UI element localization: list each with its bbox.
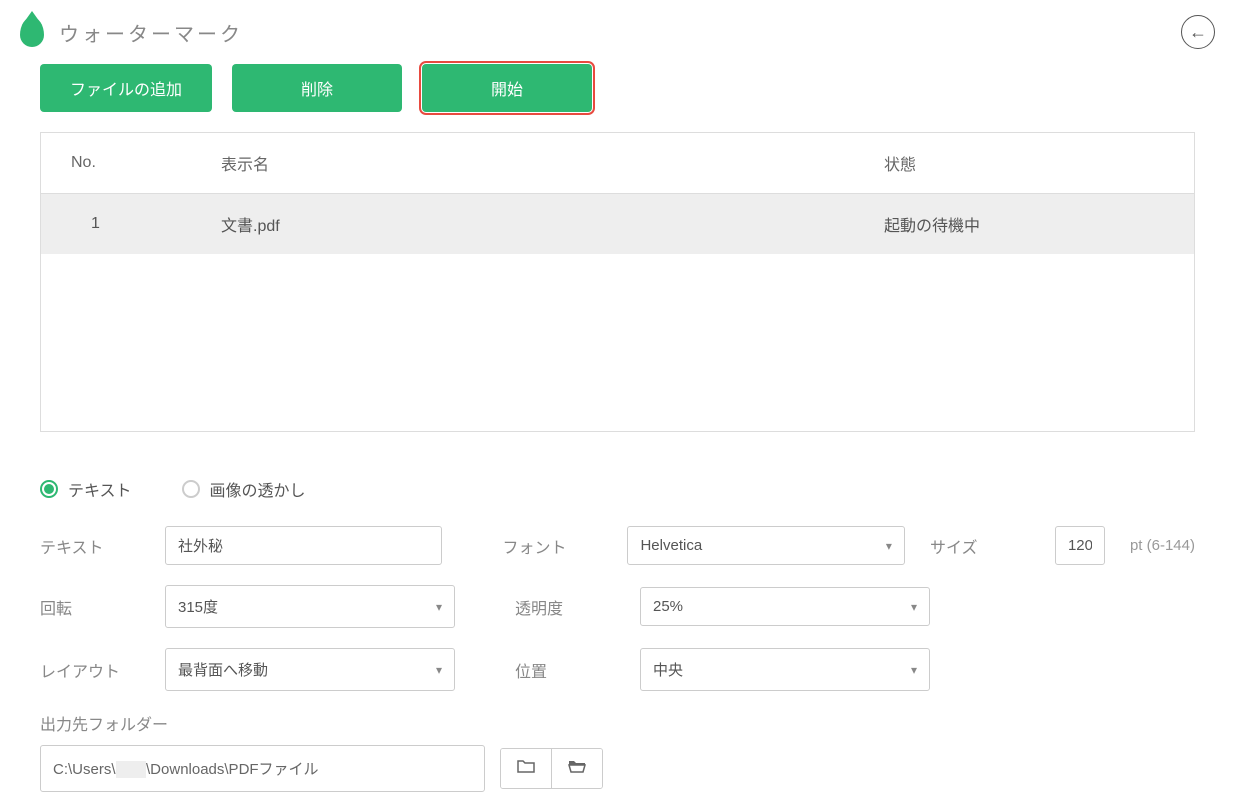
rotation-select[interactable]: 315度 ▾ [165,585,455,628]
output-path-prefix: C:\Users\ [53,761,116,778]
page-title: ウォーターマーク [59,18,243,47]
radio-image-label: 画像の透かし [210,477,306,501]
radio-image-indicator [182,480,200,498]
form-row-2: 回転 315度 ▾ 透明度 25% ▾ [40,585,1195,628]
output-path-suffix: \Downloads\PDFファイル [146,761,319,778]
layout-select[interactable]: 最背面へ移動 ▾ [165,648,455,691]
text-label: テキスト [40,534,140,558]
output-section: 出力先フォルダー C:\Users\xxx\Downloads\PDFファイル [40,711,1195,792]
add-file-button[interactable]: ファイルの追加 [40,64,212,112]
watermark-type-radios: テキスト 画像の透かし [40,477,1195,501]
font-value: Helvetica [640,537,702,554]
table-header-name: 表示名 [221,151,884,175]
rotation-value: 315度 [178,596,218,617]
position-label: 位置 [515,658,615,682]
table-header-status: 状態 [884,151,1164,175]
output-path-input[interactable]: C:\Users\xxx\Downloads\PDFファイル [40,745,485,792]
back-button[interactable]: ← [1181,15,1215,49]
chevron-down-icon: ▾ [436,600,442,614]
size-label: サイズ [930,534,1030,558]
folder-open-icon [568,759,586,778]
chevron-down-icon: ▾ [886,539,892,553]
radio-text-indicator [40,480,58,498]
arrow-left-icon: ← [1189,22,1207,43]
rotation-label: 回転 [40,595,140,619]
header: ウォーターマーク ← [20,10,1215,64]
table-row[interactable]: 1 文書.pdf 起動の待機中 [41,194,1194,254]
chevron-down-icon: ▾ [911,600,917,614]
chevron-down-icon: ▾ [436,663,442,677]
folder-outline-icon [517,759,535,778]
output-path-redacted: xxx [116,761,147,778]
opacity-select[interactable]: 25% ▾ [640,587,930,626]
form-row-1: テキスト フォント Helvetica ▾ サイズ pt (6-144) [40,526,1195,565]
layout-label: レイアウト [40,658,140,682]
watermark-drop-icon [20,17,44,47]
delete-button[interactable]: 削除 [232,64,402,112]
radio-text[interactable]: テキスト [40,477,132,501]
toolbar: ファイルの追加 削除 開始 [40,64,1215,112]
settings-panel: テキスト 画像の透かし テキスト フォント Helvetica ▾ サイズ pt… [40,477,1195,792]
header-left: ウォーターマーク [20,17,243,47]
table-cell-status: 起動の待機中 [884,212,1164,236]
start-button[interactable]: 開始 [422,64,592,112]
open-folder-button[interactable] [552,749,602,788]
size-input[interactable] [1055,526,1105,565]
output-row: C:\Users\xxx\Downloads\PDFファイル [40,745,1195,792]
table-cell-no: 1 [71,215,221,233]
browse-folder-button[interactable] [501,749,552,788]
position-value: 中央 [653,659,683,680]
opacity-value: 25% [653,598,683,615]
folder-button-group [500,748,603,789]
radio-text-label: テキスト [68,477,132,501]
table-header-row: No. 表示名 状態 [41,133,1194,194]
font-label: フォント [502,534,602,558]
font-select[interactable]: Helvetica ▾ [627,526,904,565]
file-table: No. 表示名 状態 1 文書.pdf 起動の待機中 [40,132,1195,432]
size-hint: pt (6-144) [1130,537,1195,554]
table-cell-name: 文書.pdf [221,212,884,236]
form-row-3: レイアウト 最背面へ移動 ▾ 位置 中央 ▾ [40,648,1195,691]
table-header-no: No. [71,154,221,172]
opacity-label: 透明度 [515,595,615,619]
layout-value: 最背面へ移動 [178,659,268,680]
chevron-down-icon: ▾ [911,663,917,677]
text-input[interactable] [165,526,442,565]
radio-image[interactable]: 画像の透かし [182,477,306,501]
position-select[interactable]: 中央 ▾ [640,648,930,691]
output-label: 出力先フォルダー [40,711,1195,735]
